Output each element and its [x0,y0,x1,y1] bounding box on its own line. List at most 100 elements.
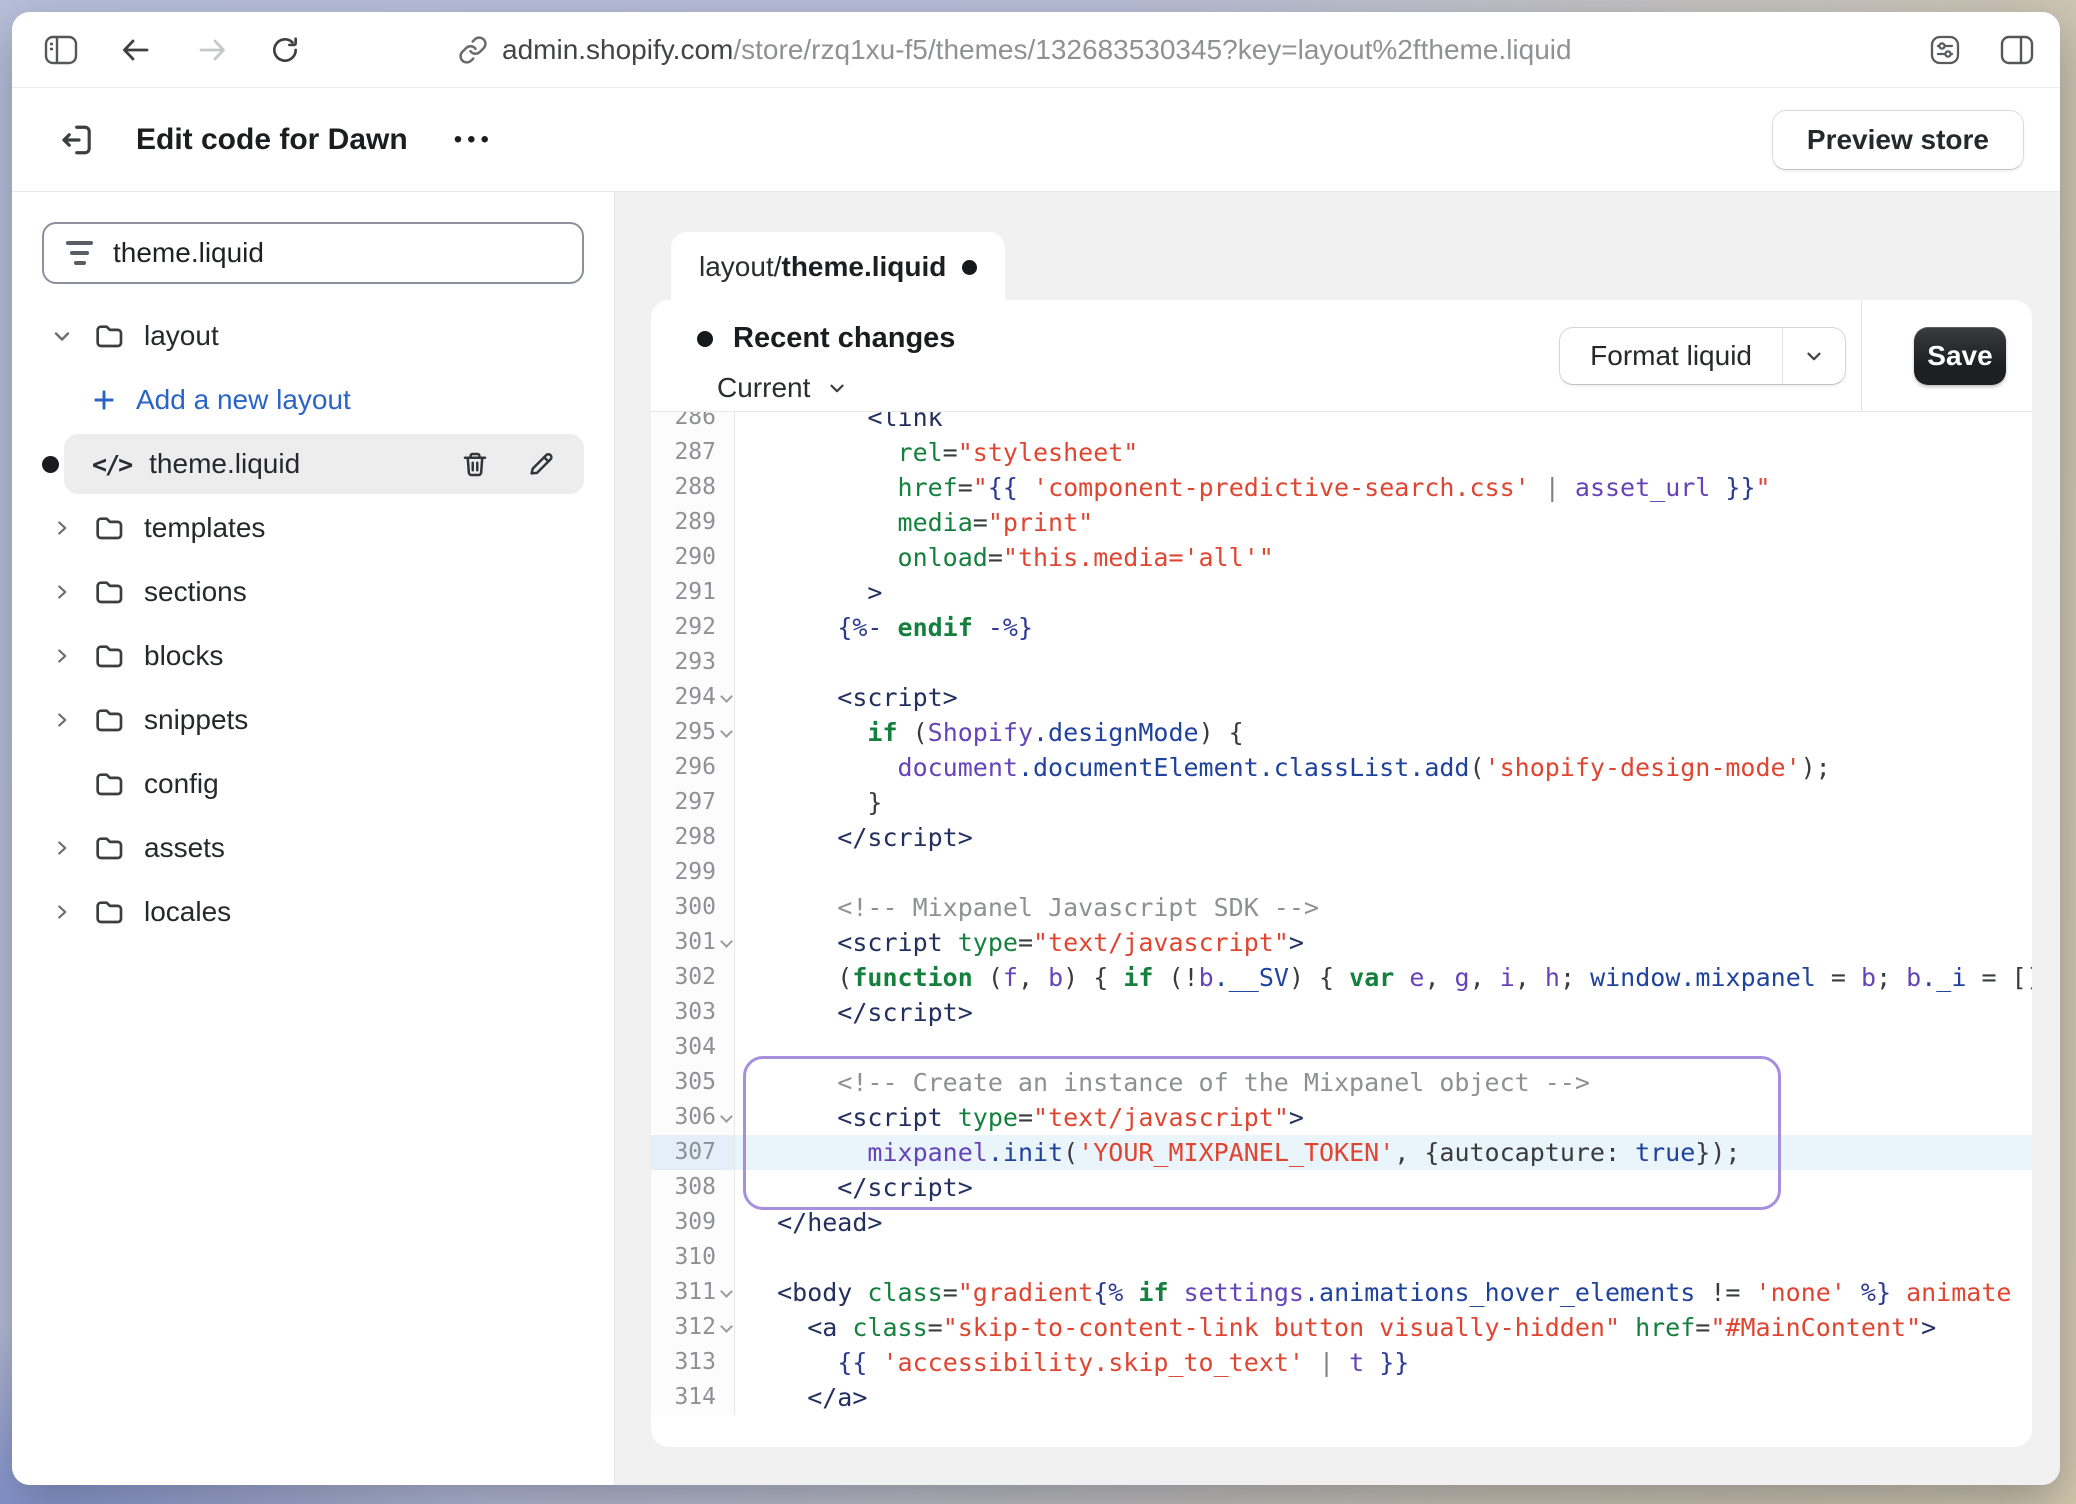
code-line-297[interactable]: 297 } [651,785,2032,820]
chevron-right-icon[interactable] [44,645,80,667]
code-text[interactable] [735,645,2032,680]
selected-file-pill[interactable]: </> theme.liquid [64,434,584,494]
address-bar[interactable]: admin.shopify.com/store/rzq1xu-f5/themes… [458,12,1572,88]
preview-store-button[interactable]: Preview store [1772,110,2024,170]
code-line-298[interactable]: 298 </script> [651,820,2032,855]
code-text[interactable]: media="print" [735,505,2032,540]
sidebar-item-blocks[interactable]: blocks [12,624,614,688]
fold-caret-icon[interactable] [720,690,733,703]
sidebar-item-snippets[interactable]: snippets [12,688,614,752]
sidebar-item-layout[interactable]: layout [12,304,614,368]
format-liquid-button[interactable]: Format liquid [1559,327,1846,385]
sidebar-item-assets[interactable]: assets [12,816,614,880]
format-options-button[interactable] [1783,328,1845,384]
fold-caret-icon[interactable] [720,935,733,948]
code-line-306[interactable]: 306 <script type="text/javascript"> [651,1100,2032,1135]
code-text[interactable]: <body class="gradient{% if settings.anim… [735,1275,2032,1310]
code-line-304[interactable]: 304 [651,1030,2032,1065]
sidebar-item-sections[interactable]: sections [12,560,614,624]
page-settings-button[interactable] [1922,27,1968,73]
code-text[interactable]: mixpanel.init('YOUR_MIXPANEL_TOKEN', {au… [735,1135,2032,1170]
fold-caret-icon[interactable] [720,1110,733,1123]
code-text[interactable] [735,855,2032,890]
code-line-308[interactable]: 308 </script> [651,1170,2032,1205]
tab-layout-theme-liquid[interactable]: layout/theme.liquid [671,232,1005,302]
code-text[interactable]: <!-- Mixpanel Javascript SDK --> [735,890,2032,925]
code-line-292[interactable]: 292 {%- endif -%} [651,610,2032,645]
code-line-295[interactable]: 295 if (Shopify.designMode) { [651,715,2032,750]
code-text[interactable]: onload="this.media='all'" [735,540,2032,575]
code-text[interactable] [735,1030,2032,1065]
file-search-input[interactable]: theme.liquid [42,222,584,284]
code-text[interactable]: </script> [735,820,2032,855]
code-line-293[interactable]: 293 [651,645,2032,680]
sidebar-item-templates[interactable]: templates [12,496,614,560]
code-line-287[interactable]: 287 rel="stylesheet" [651,435,2032,470]
code-text[interactable]: document.documentElement.classList.add('… [735,750,2032,785]
code-line-286[interactable]: 286 <link [651,412,2032,435]
code-text[interactable]: if (Shopify.designMode) { [735,715,2032,750]
code-text[interactable]: {%- endif -%} [735,610,2032,645]
code-text[interactable]: </head> [735,1205,2032,1240]
code-text[interactable]: {{ 'accessibility.skip_to_text' | t }} [735,1345,2032,1380]
code-text[interactable]: rel="stylesheet" [735,435,2032,470]
delete-file-button[interactable] [460,449,490,479]
fold-caret-icon[interactable] [720,1320,733,1333]
chevron-right-icon[interactable] [44,709,80,731]
code-text[interactable]: <!-- Create an instance of the Mixpanel … [735,1065,2032,1100]
exit-code-editor-button[interactable] [58,122,94,158]
chevron-right-icon[interactable] [44,517,80,539]
sidebar-item-locales[interactable]: locales [12,880,614,944]
code-line-312[interactable]: 312 <a class="skip-to-content-link butto… [651,1310,2032,1345]
code-text[interactable]: <script type="text/javascript"> [735,1100,2032,1135]
code-line-296[interactable]: 296 document.documentElement.classList.a… [651,750,2032,785]
code-line-311[interactable]: 311 <body class="gradient{% if settings.… [651,1275,2032,1310]
reload-button[interactable] [262,27,308,73]
sidebar-toggle-button[interactable] [38,27,84,73]
rename-file-button[interactable] [526,449,556,479]
sidebar-item-config[interactable]: config [12,752,614,816]
code-text[interactable]: <script type="text/javascript"> [735,925,2032,960]
version-dropdown[interactable]: Current [717,372,848,404]
code-text[interactable]: } [735,785,2032,820]
code-text[interactable] [735,1240,2032,1275]
more-actions-button[interactable]: ••• [454,126,494,154]
code-text[interactable]: <script> [735,680,2032,715]
code-text[interactable]: (function (f, b) { if (!b.__SV) { var e,… [735,960,2032,995]
code-line-288[interactable]: 288 href="{{ 'component-predictive-searc… [651,470,2032,505]
code-line-303[interactable]: 303 </script> [651,995,2032,1030]
fold-caret-icon[interactable] [720,1285,733,1298]
chevron-right-icon[interactable] [44,581,80,603]
code-text[interactable]: <link [735,412,2032,435]
fold-caret-icon[interactable] [720,725,733,738]
code-line-314[interactable]: 314 </a> [651,1380,2032,1415]
code-text[interactable]: </script> [735,1170,2032,1205]
back-button[interactable] [112,27,158,73]
code-line-313[interactable]: 313 {{ 'accessibility.skip_to_text' | t … [651,1345,2032,1380]
code-line-302[interactable]: 302 (function (f, b) { if (!b.__SV) { va… [651,960,2032,995]
code-line-289[interactable]: 289 media="print" [651,505,2032,540]
chevron-right-icon[interactable] [44,837,80,859]
chevron-right-icon[interactable] [44,901,80,923]
code-text[interactable]: </a> [735,1380,2032,1415]
code-line-291[interactable]: 291 > [651,575,2032,610]
code-text[interactable]: href="{{ 'component-predictive-search.cs… [735,470,2032,505]
code-text[interactable]: </script> [735,995,2032,1030]
code-line-300[interactable]: 300 <!-- Mixpanel Javascript SDK --> [651,890,2032,925]
code-line-290[interactable]: 290 onload="this.media='all'" [651,540,2032,575]
code-line-294[interactable]: 294 <script> [651,680,2032,715]
forward-button[interactable] [190,27,236,73]
sidebar-item-theme-liquid[interactable]: </> theme.liquid [12,432,614,496]
code-line-307[interactable]: 307 mixpanel.init('YOUR_MIXPANEL_TOKEN',… [651,1135,2032,1170]
add-new-layout-button[interactable]: Add a new layout [12,368,614,432]
code-text[interactable]: <a class="skip-to-content-link button vi… [735,1310,2032,1345]
chevron-down-icon[interactable] [44,324,80,348]
code-line-301[interactable]: 301 <script type="text/javascript"> [651,925,2032,960]
code-line-310[interactable]: 310 [651,1240,2032,1275]
code-line-309[interactable]: 309 </head> [651,1205,2032,1240]
code-line-305[interactable]: 305 <!-- Create an instance of the Mixpa… [651,1065,2032,1100]
save-button[interactable]: Save [1914,327,2006,385]
code-text[interactable]: > [735,575,2032,610]
split-view-button[interactable] [1994,27,2040,73]
code-editor[interactable]: 286 <link287 rel="stylesheet"288 href="{… [651,412,2032,1447]
